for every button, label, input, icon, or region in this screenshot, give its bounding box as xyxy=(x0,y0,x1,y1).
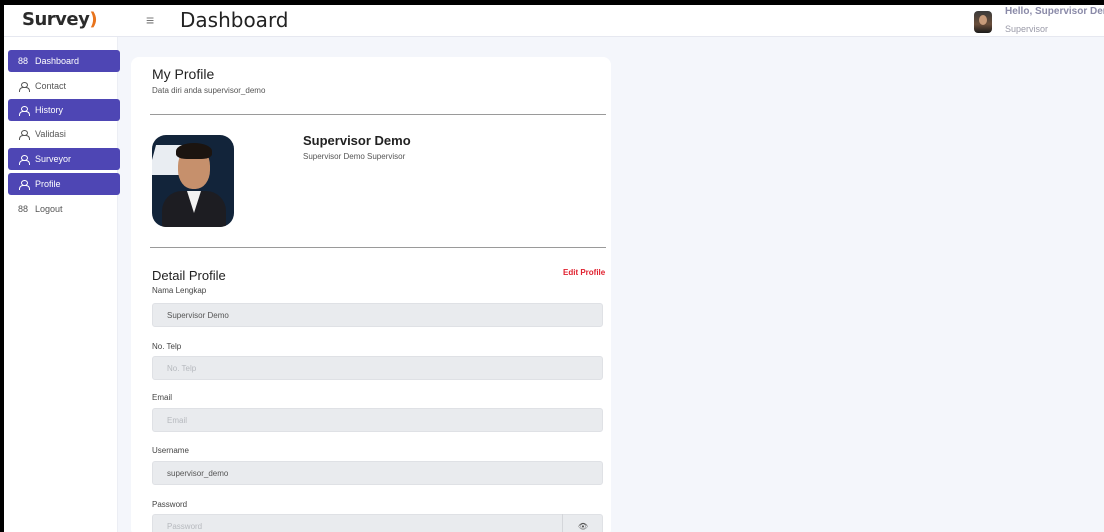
field-label-username: Username xyxy=(152,446,189,455)
field-label-no-telp: No. Telp xyxy=(152,342,182,351)
sidebar-item-profile[interactable]: Profile xyxy=(8,173,120,195)
profile-description: Supervisor Demo Supervisor xyxy=(303,152,406,161)
sidebar-item-label: Contact xyxy=(35,81,67,91)
profile-card: My Profile Data diri anda supervisor_dem… xyxy=(131,57,611,532)
user-avatar[interactable] xyxy=(974,11,992,33)
sidebar-item-label: Surveyor xyxy=(35,154,72,164)
page-title: Dashboard xyxy=(180,8,289,32)
sidebar-item-label: Logout xyxy=(35,204,63,214)
edit-profile-link[interactable]: Edit Profile xyxy=(563,268,605,277)
divider xyxy=(150,114,606,115)
user-icon xyxy=(18,105,30,116)
brand-bracket: ) xyxy=(89,9,98,30)
nama-lengkap-input[interactable] xyxy=(152,303,603,327)
hamburger-icon[interactable]: ≡ xyxy=(146,13,158,27)
card-subtitle: Data diri anda supervisor_demo xyxy=(152,86,266,95)
field-label-email: Email xyxy=(152,393,173,402)
user-icon xyxy=(18,81,30,92)
sidebar-item-label: Dashboard xyxy=(35,56,80,66)
user-icon xyxy=(18,154,30,165)
sidebar-item-label: History xyxy=(35,105,64,115)
top-header: Survey) ≡ Dashboard Hello, Supervisor De… xyxy=(4,5,1104,37)
detail-profile-title: Detail Profile xyxy=(152,268,226,283)
eye-icon: 👁 xyxy=(577,521,589,531)
card-title: My Profile xyxy=(152,66,215,82)
field-label-nama-lengkap: Nama Lengkap xyxy=(152,286,207,295)
username-input[interactable] xyxy=(152,461,603,485)
user-greeting: Hello, Supervisor Demo xyxy=(1005,6,1104,17)
password-toggle-button[interactable]: 👁 xyxy=(562,514,603,532)
sidebar-item-contact[interactable]: Contact xyxy=(8,75,120,97)
sidebar-item-surveyor[interactable]: Surveyor xyxy=(8,148,120,170)
field-label-password: Password xyxy=(152,500,188,509)
brand-logo[interactable]: Survey) xyxy=(22,9,98,30)
sidebar-item-history[interactable]: History xyxy=(8,99,120,121)
profile-photo xyxy=(152,135,234,227)
user-role: Supervisor xyxy=(1005,24,1049,34)
brand-name: Survey xyxy=(22,9,90,30)
user-icon xyxy=(18,179,30,190)
divider xyxy=(150,247,606,248)
user-icon xyxy=(18,129,30,140)
sidebar-item-validasi[interactable]: Validasi xyxy=(8,123,120,145)
profile-name: Supervisor Demo xyxy=(303,133,411,148)
email-input[interactable] xyxy=(152,408,603,432)
password-input[interactable] xyxy=(152,514,603,532)
grid-icon: 88 xyxy=(18,204,29,214)
sidebar-item-logout[interactable]: 88 Logout xyxy=(8,198,120,220)
sidebar-item-label: Profile xyxy=(35,179,61,189)
no-telp-input[interactable] xyxy=(152,356,603,380)
sidebar-item-label: Validasi xyxy=(35,129,66,139)
sidebar-item-dashboard[interactable]: 88 Dashboard xyxy=(8,50,120,72)
sidebar: 88 Dashboard Contact History Validasi Su… xyxy=(4,37,120,532)
grid-icon: 88 xyxy=(18,56,29,66)
